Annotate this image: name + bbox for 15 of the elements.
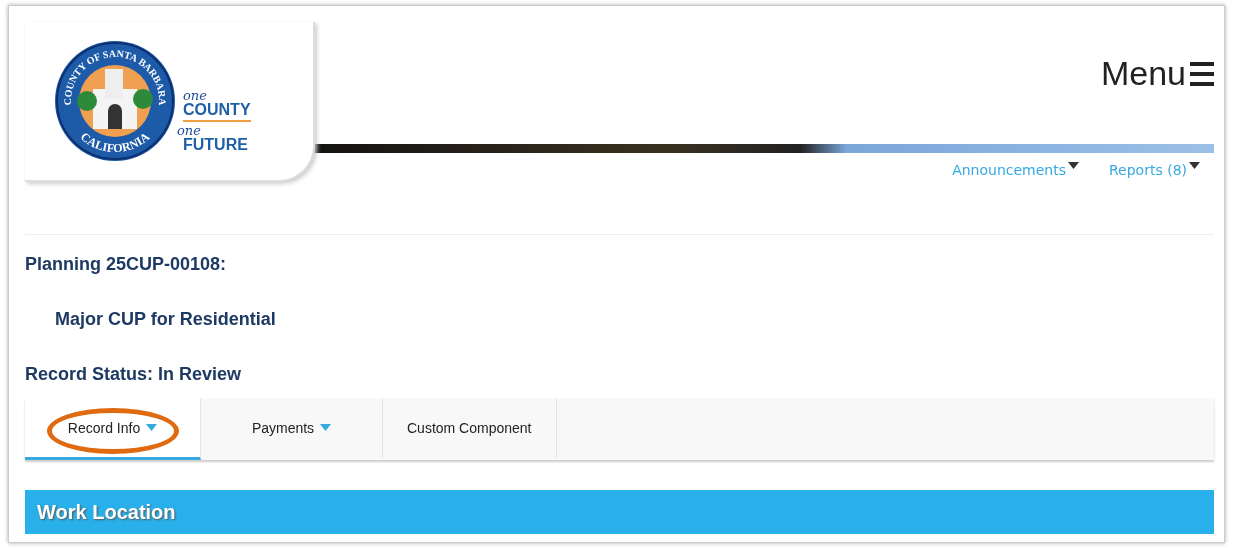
tab[interactable]: Record Info	[25, 398, 201, 460]
tab[interactable]: Payments	[201, 398, 383, 460]
caret-icon	[1189, 162, 1200, 169]
tagline-word: one	[183, 89, 208, 102]
tagline-word: one	[177, 124, 202, 137]
menu-button[interactable]: Menu	[1100, 54, 1214, 93]
menu-icon	[1190, 60, 1214, 87]
tab[interactable]: Custom Component	[383, 398, 557, 460]
tagline-word: FUTURE	[183, 137, 249, 153]
record-status: Record Status: In Review	[25, 364, 242, 384]
section-header: Work Location	[25, 490, 1214, 534]
record-description: Major CUP for Residential	[55, 309, 276, 329]
record-title: Planning 25CUP-00108:	[25, 254, 227, 274]
tagline-word: COUNTY	[183, 102, 251, 122]
caret-icon	[1068, 162, 1079, 169]
